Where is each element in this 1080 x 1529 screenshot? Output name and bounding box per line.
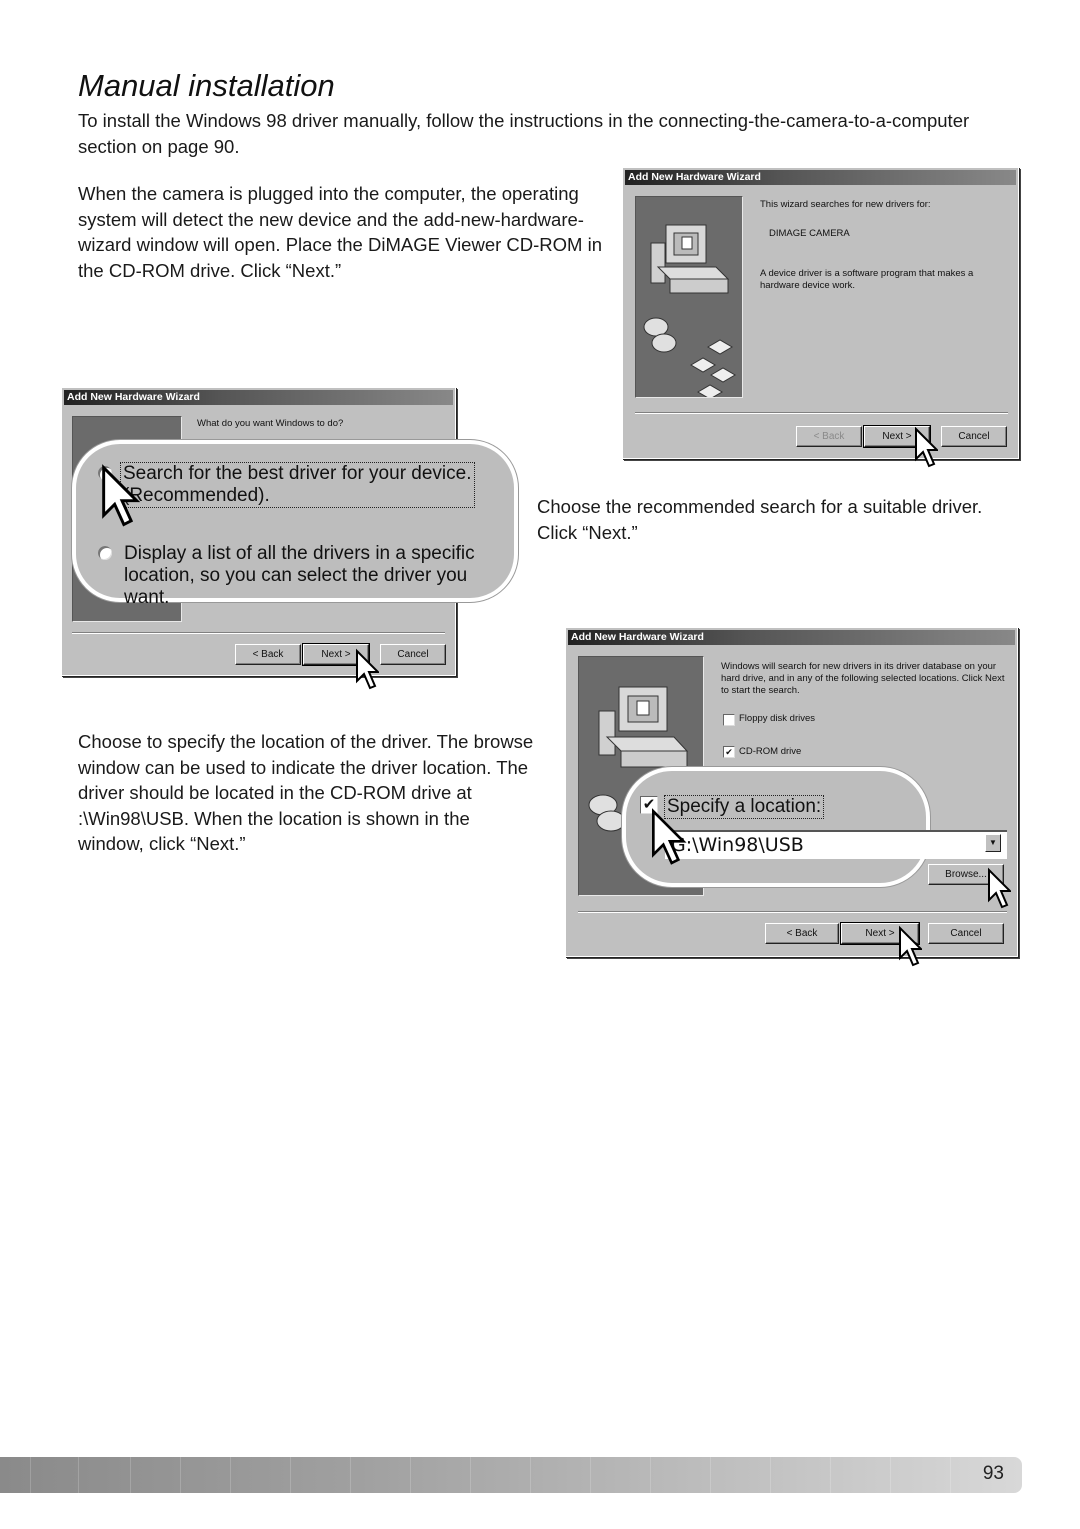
computer-icon xyxy=(643,224,736,400)
mouse-pointer-icon xyxy=(102,464,141,527)
wizard-title-bar: Add New Hardware Wizard xyxy=(64,390,453,405)
page-title: Manual installation xyxy=(78,68,335,103)
radio-display-list[interactable] xyxy=(98,546,112,560)
wizard-intro-text: This wizard searches for new drivers for… xyxy=(760,199,931,210)
cancel-button[interactable]: Cancel xyxy=(380,644,446,665)
back-button[interactable]: < Back xyxy=(796,426,862,447)
separator xyxy=(578,911,1007,913)
check-icon: ✔ xyxy=(725,747,733,757)
option-display-list-label[interactable]: Display a list of all the drivers in a s… xyxy=(124,543,514,609)
location-value: G:\Win98\USB xyxy=(671,834,804,856)
wizard-illustration xyxy=(635,196,743,400)
wizard-description: A device driver is a software program th… xyxy=(760,268,974,291)
wizard-title-bar: Add New Hardware Wizard xyxy=(568,630,1015,645)
chevron-down-icon: ▼ xyxy=(989,838,997,847)
location-dropdown-button[interactable]: ▼ xyxy=(985,834,1001,852)
back-button[interactable]: < Back xyxy=(765,923,839,944)
separator xyxy=(635,412,1008,414)
option1-line1: Search for the best driver for your devi… xyxy=(123,463,472,484)
cancel-button[interactable]: Cancel xyxy=(928,923,1004,944)
mouse-pointer-icon xyxy=(899,925,922,967)
cdrom-checkbox[interactable]: ✔ xyxy=(723,746,735,758)
wizard-window-1: Add New Hardware Wizard This wizard sear… xyxy=(622,167,1019,459)
floppy-label[interactable]: Floppy disk drives xyxy=(739,713,815,725)
page-footer-bar: 93 xyxy=(0,1457,1022,1493)
separator xyxy=(72,632,445,634)
cdrom-label[interactable]: CD-ROM drive xyxy=(739,746,801,758)
step3-paragraph: Choose to specify the location of the dr… xyxy=(78,731,534,854)
back-button[interactable]: < Back xyxy=(235,644,301,665)
page-number: 93 xyxy=(982,1463,1004,1484)
option1-line2: (Recommended). xyxy=(123,485,270,506)
floppy-checkbox[interactable] xyxy=(723,714,735,726)
step2-paragraph: Choose the recommended search for a suit… xyxy=(537,496,983,543)
cancel-button[interactable]: Cancel xyxy=(941,426,1007,447)
mouse-pointer-icon xyxy=(988,867,1011,909)
step1-paragraph: When the camera is plugged into the comp… xyxy=(78,183,602,281)
wizard-question: What do you want Windows to do? xyxy=(197,418,344,429)
wizard-description: Windows will search for new drivers in i… xyxy=(721,661,1005,696)
option-recommended-label[interactable]: Search for the best driver for your devi… xyxy=(120,462,475,508)
mouse-pointer-icon xyxy=(915,427,938,468)
option2-line2: location, so you can select the driver y… xyxy=(124,565,468,608)
mouse-pointer-icon xyxy=(356,648,379,690)
intro-paragraph: To install the Windows 98 driver manuall… xyxy=(78,110,970,157)
wizard-title-bar: Add New Hardware Wizard xyxy=(625,170,1016,185)
device-name: DIMAGE CAMERA xyxy=(769,228,850,239)
location-input[interactable]: G:\Win98\USB xyxy=(665,830,1007,859)
mouse-pointer-icon xyxy=(652,808,687,865)
option2-line1: Display a list of all the drivers in a s… xyxy=(124,543,475,564)
